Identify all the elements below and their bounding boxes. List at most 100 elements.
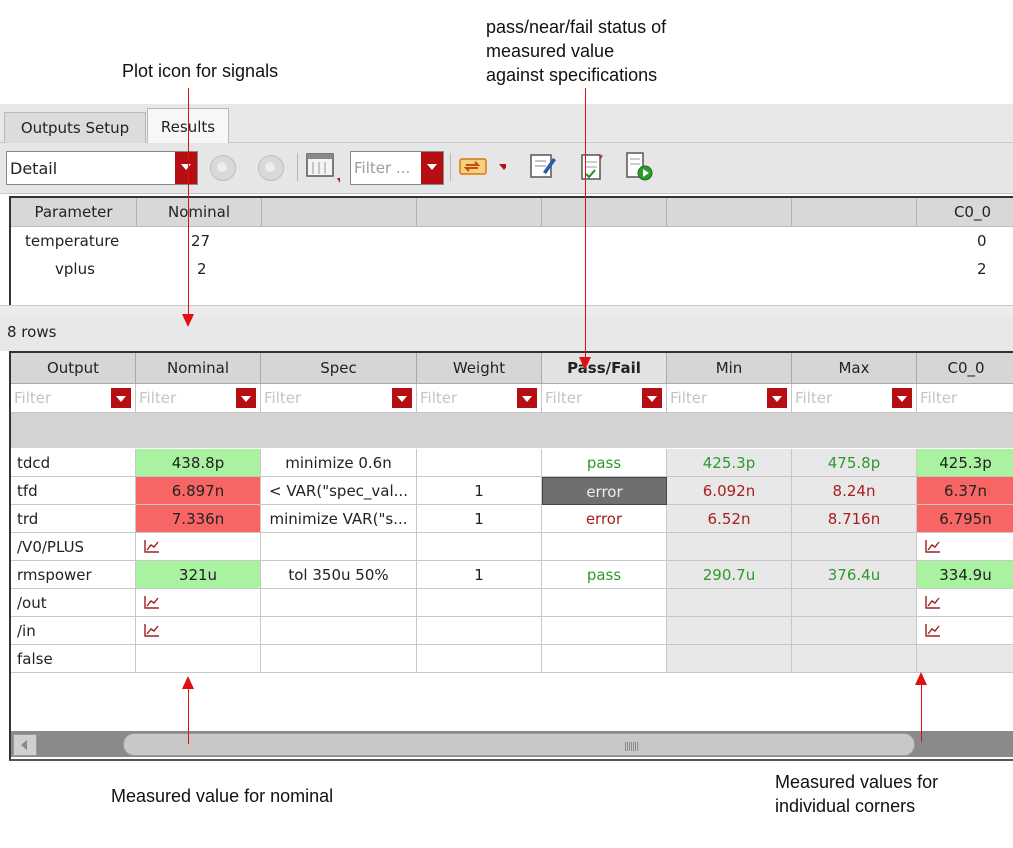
chevron-down-icon[interactable] (642, 388, 662, 408)
chevron-down-icon[interactable] (892, 388, 912, 408)
chevron-down-icon[interactable] (236, 388, 256, 408)
col-header-min[interactable]: Min (667, 353, 792, 384)
cell-nominal[interactable]: 7.336n (136, 505, 261, 533)
cell-max[interactable] (792, 533, 917, 561)
chevron-down-icon[interactable] (767, 388, 787, 408)
col-header-output[interactable]: Output (11, 353, 136, 384)
cell-weight[interactable] (417, 533, 542, 561)
col-header-spec[interactable]: Spec (261, 353, 417, 384)
cell-min[interactable] (667, 645, 792, 673)
cell-max[interactable] (792, 617, 917, 645)
cell-status[interactable]: error (542, 477, 667, 505)
filter-corner[interactable]: Filter (917, 384, 1013, 413)
cell-nominal[interactable] (136, 645, 261, 673)
cell-max[interactable]: 475.8p (792, 449, 917, 477)
col-header-corner[interactable]: C0_0 (917, 353, 1013, 384)
plot-icon[interactable] (925, 595, 941, 609)
plot-icon[interactable] (144, 539, 160, 553)
chevron-down-icon[interactable] (421, 152, 443, 184)
refresh-icon[interactable] (458, 153, 509, 181)
col-header-empty[interactable] (262, 198, 417, 226)
cell-weight[interactable] (417, 617, 542, 645)
cell-min[interactable] (667, 589, 792, 617)
cell-status[interactable]: pass (542, 449, 667, 477)
filter-min[interactable]: Filter (667, 384, 792, 413)
chevron-down-icon[interactable] (111, 388, 131, 408)
col-header-pass-fail[interactable]: Pass/Fail (542, 353, 667, 384)
cell-status[interactable] (542, 645, 667, 673)
col-header-empty[interactable] (667, 198, 792, 226)
col-header-parameter[interactable]: Parameter (11, 198, 137, 226)
cell-min[interactable] (667, 617, 792, 645)
view-select[interactable]: Detail (6, 151, 198, 185)
col-header-corner[interactable]: C0_0 (917, 198, 1013, 226)
cell-corner[interactable]: 334.9u (917, 561, 1013, 589)
param-nominal[interactable]: 27 (191, 232, 210, 250)
scrollbar-thumb[interactable]: ||||||| (123, 733, 915, 756)
cell-nominal[interactable]: 321u (136, 561, 261, 589)
cell-corner[interactable]: 6.795n (917, 505, 1013, 533)
cell-weight[interactable]: 1 (417, 505, 542, 533)
run-icon[interactable] (623, 150, 653, 181)
cell-nominal[interactable]: 438.8p (136, 449, 261, 477)
cell-status[interactable]: pass (542, 561, 667, 589)
cell-weight[interactable]: 1 (417, 561, 542, 589)
filter-max[interactable]: Filter (792, 384, 917, 413)
col-header-weight[interactable]: Weight (417, 353, 542, 384)
cell-spec[interactable] (261, 645, 417, 673)
table-view-icon[interactable] (306, 152, 343, 183)
cell-corner[interactable]: 6.37n (917, 477, 1013, 505)
cell-status[interactable] (542, 533, 667, 561)
cell-corner[interactable] (917, 645, 1013, 673)
forward-icon[interactable] (258, 155, 284, 181)
cell-status[interactable] (542, 589, 667, 617)
cell-weight[interactable] (417, 449, 542, 477)
cell-max[interactable]: 8.716n (792, 505, 917, 533)
col-header-empty[interactable] (542, 198, 667, 226)
cell-nominal[interactable]: 6.897n (136, 477, 261, 505)
cell-corner[interactable]: 425.3p (917, 449, 1013, 477)
cell-weight[interactable] (417, 589, 542, 617)
col-header-empty[interactable] (792, 198, 917, 226)
col-header-nominal[interactable]: Nominal (136, 353, 261, 384)
report-icon[interactable] (577, 150, 605, 180)
filter-output[interactable]: Filter (11, 384, 136, 413)
filter-select[interactable]: Filter ... (350, 151, 444, 185)
cell-spec[interactable]: minimize 0.6n (261, 449, 417, 477)
cell-min[interactable]: 425.3p (667, 449, 792, 477)
cell-max[interactable] (792, 645, 917, 673)
horizontal-scrollbar[interactable]: ||||||| (11, 731, 1013, 757)
param-corner[interactable]: 0 (977, 232, 987, 250)
cell-max[interactable] (792, 589, 917, 617)
plot-icon[interactable] (925, 623, 941, 637)
filter-nominal[interactable]: Filter (136, 384, 261, 413)
col-header-max[interactable]: Max (792, 353, 917, 384)
filter-weight[interactable]: Filter (417, 384, 542, 413)
param-corner[interactable]: 2 (977, 260, 987, 278)
cell-spec[interactable] (261, 617, 417, 645)
chevron-down-icon[interactable] (517, 388, 537, 408)
plot-icon[interactable] (925, 539, 941, 553)
cell-max[interactable]: 376.4u (792, 561, 917, 589)
col-header-empty[interactable] (417, 198, 542, 226)
cell-min[interactable]: 6.092n (667, 477, 792, 505)
filter-status[interactable]: Filter (542, 384, 667, 413)
cell-status[interactable] (542, 617, 667, 645)
param-nominal[interactable]: 2 (197, 260, 207, 278)
tab-outputs-setup[interactable]: Outputs Setup (4, 112, 146, 143)
cell-spec[interactable]: minimize VAR("s... (261, 505, 417, 533)
chevron-down-icon[interactable] (175, 152, 197, 184)
plot-icon[interactable] (144, 595, 160, 609)
cell-min[interactable]: 290.7u (667, 561, 792, 589)
cell-spec[interactable]: < VAR("spec_val... (261, 477, 417, 505)
filter-spec[interactable]: Filter (261, 384, 417, 413)
cell-spec[interactable]: tol 350u 50% (261, 561, 417, 589)
chevron-down-icon[interactable] (392, 388, 412, 408)
cell-weight[interactable]: 1 (417, 477, 542, 505)
cell-status[interactable]: error (542, 505, 667, 533)
cell-max[interactable]: 8.24n (792, 477, 917, 505)
cell-min[interactable] (667, 533, 792, 561)
plot-icon[interactable] (144, 623, 160, 637)
cell-min[interactable]: 6.52n (667, 505, 792, 533)
edit-icon[interactable] (528, 151, 556, 179)
